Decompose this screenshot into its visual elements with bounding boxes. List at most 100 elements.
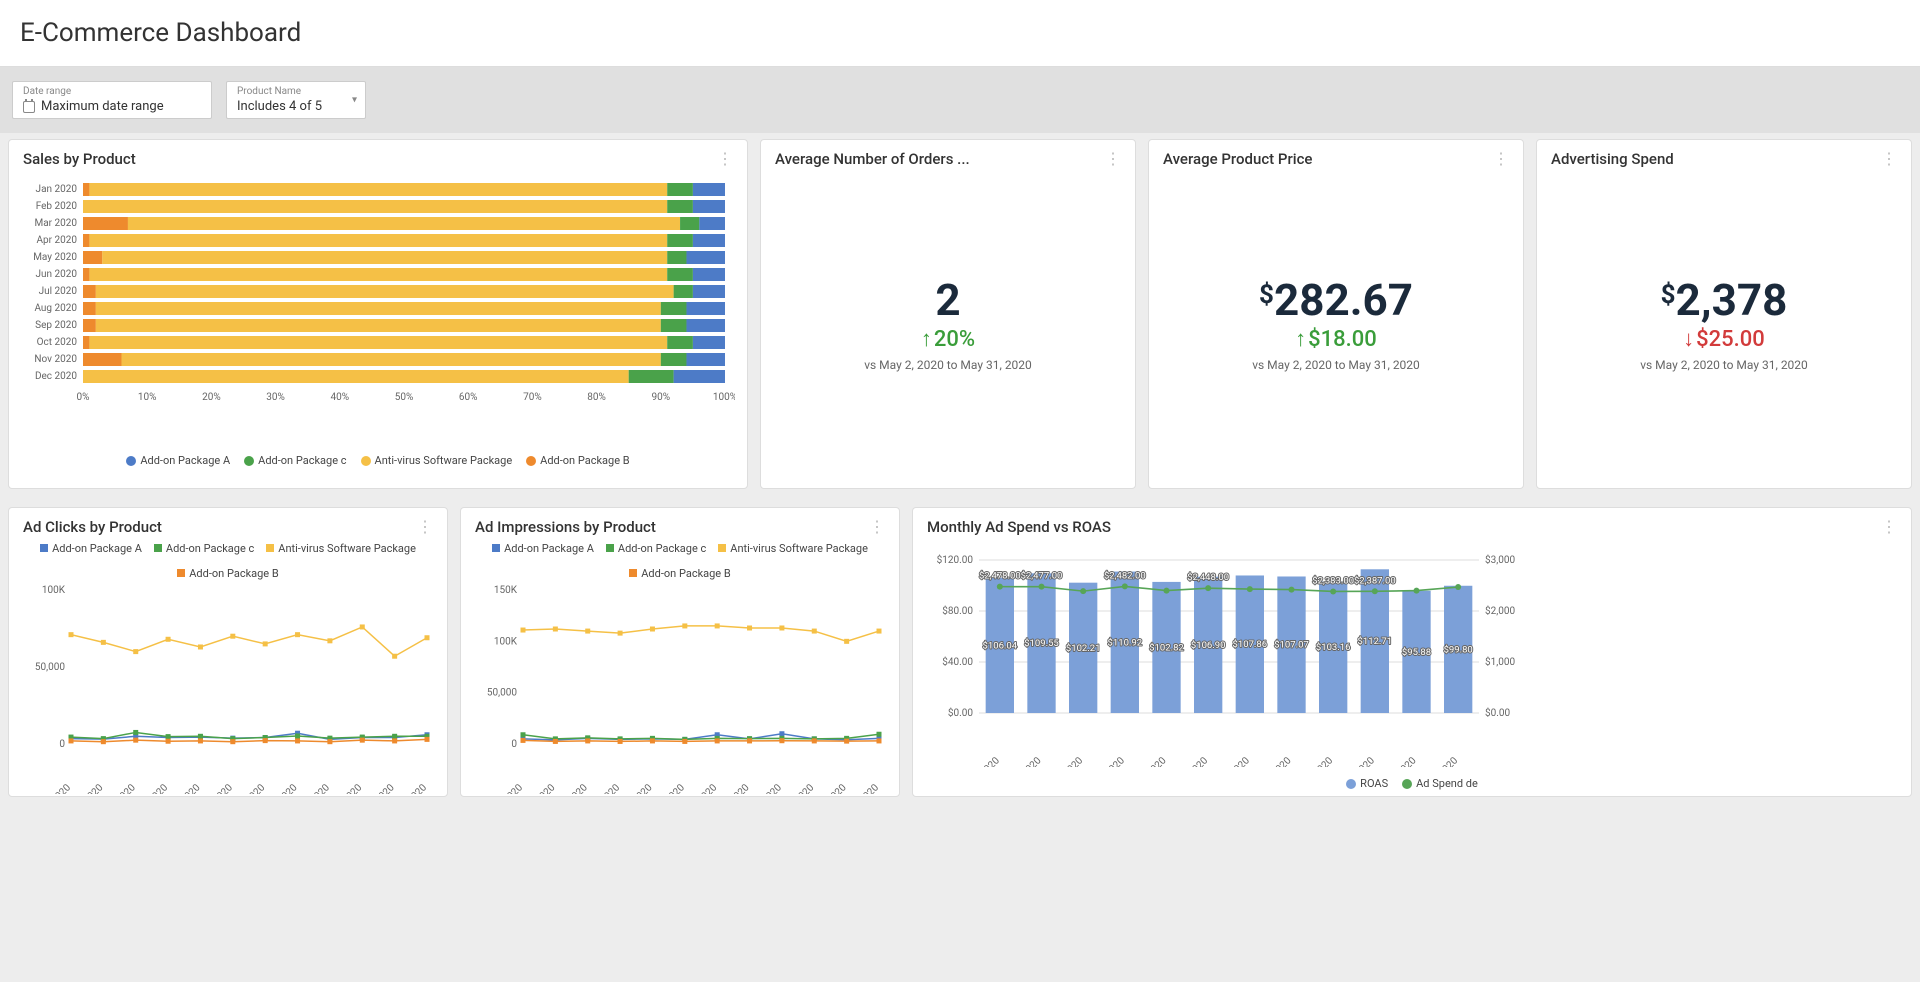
legend-item: Add-on Package B: [177, 567, 278, 580]
svg-text:Mar 2020: Mar 2020: [1047, 755, 1085, 767]
arrow-up-icon: ↑: [1295, 326, 1306, 352]
ad-spend-value: $2,378: [1661, 274, 1788, 326]
avg-price-compare: vs May 2, 2020 to May 31, 2020: [1252, 358, 1420, 372]
arrow-down-icon: ↓: [1683, 326, 1694, 352]
legend-item: Add-on Package c: [154, 542, 254, 555]
svg-text:Feb 2020: Feb 2020: [1007, 755, 1044, 767]
legend-item: Add-on Package B: [526, 454, 629, 467]
svg-text:$102.21: $102.21: [1066, 643, 1101, 654]
filter-date-range[interactable]: Date range Maximum date range: [12, 81, 212, 119]
kebab-icon[interactable]: ⋮: [1881, 525, 1897, 529]
legend-item: Anti-virus Software Package: [266, 542, 416, 555]
kebab-icon[interactable]: ⋮: [1881, 157, 1897, 161]
monthly-adspend-chart: $0.00$40.00$80.00$120.00$0.00$1,000$2,00…: [927, 542, 1897, 790]
svg-text:Dec 2020: Dec 2020: [35, 371, 77, 382]
svg-text:10%: 10%: [138, 392, 157, 403]
ad-clicks-legend: Add-on Package AAdd-on Package cAnti-vir…: [23, 542, 433, 580]
svg-text:$2,383.00: $2,383.00: [1312, 575, 1354, 586]
kebab-icon[interactable]: ⋮: [1105, 157, 1121, 161]
svg-text:$2,478.00: $2,478.00: [979, 571, 1021, 582]
svg-text:Nov 2020: Nov 2020: [811, 782, 849, 794]
svg-text:Jan 2020: Jan 2020: [36, 184, 78, 195]
svg-text:May 2020: May 2020: [1130, 755, 1169, 767]
svg-text:$103.16: $103.16: [1316, 642, 1351, 653]
svg-text:100%: 100%: [713, 392, 735, 403]
filter-product-name-value: Includes 4 of 5: [237, 99, 322, 114]
card-ad-spend: Advertising Spend ⋮ $2,378 ↓$25.00 vs Ma…: [1536, 139, 1912, 489]
legend-item: Add-on Package c: [244, 454, 346, 467]
kebab-icon[interactable]: ⋮: [1493, 157, 1509, 161]
svg-text:Jul 2020: Jul 2020: [39, 286, 78, 297]
ad-clicks-title: Ad Clicks by Product: [23, 518, 162, 536]
svg-text:50,000: 50,000: [487, 688, 517, 699]
svg-text:Nov 2020: Nov 2020: [359, 782, 397, 794]
svg-text:Jan 2020: Jan 2020: [36, 782, 73, 794]
kebab-icon[interactable]: ⋮: [869, 525, 885, 529]
kebab-icon[interactable]: ⋮: [717, 157, 733, 161]
filter-date-range-label: Date range: [23, 86, 201, 97]
page-title: E-Commerce Dashboard: [20, 18, 1900, 48]
svg-text:Nov 2020: Nov 2020: [34, 354, 77, 365]
ad-spend-delta: ↓$25.00: [1683, 326, 1765, 352]
svg-text:$0.00: $0.00: [948, 706, 973, 719]
page-header: E-Commerce Dashboard: [0, 0, 1920, 67]
sales-card-title: Sales by Product: [23, 150, 136, 168]
avg-price-value: $282.67: [1259, 274, 1413, 326]
legend-item: ROAS: [1346, 777, 1388, 790]
svg-text:$106.90: $106.90: [1191, 640, 1226, 651]
svg-text:Jul 2020: Jul 2020: [684, 782, 719, 794]
svg-text:Sep 2020: Sep 2020: [35, 320, 77, 331]
svg-text:0: 0: [59, 739, 65, 750]
svg-text:Jun 2020: Jun 2020: [198, 782, 235, 794]
svg-text:40%: 40%: [331, 392, 350, 403]
svg-text:Feb 2020: Feb 2020: [520, 782, 557, 794]
legend-item: Add-on Package c: [606, 542, 706, 555]
filter-product-name[interactable]: Product Name Includes 4 of 5 ▾: [226, 81, 366, 119]
svg-text:Sep 2020: Sep 2020: [1298, 755, 1336, 767]
card-avg-orders: Average Number of Orders ... ⋮ 2 ↑20% vs…: [760, 139, 1136, 489]
card-ad-impressions: Ad Impressions by Product ⋮ Add-on Packa…: [460, 507, 900, 797]
monthly-adspend-legend: ROAS Ad Spend de: [927, 777, 1897, 790]
ad-impressions-legend: Add-on Package AAdd-on Package cAnti-vir…: [475, 542, 885, 580]
svg-text:$107.07: $107.07: [1274, 640, 1309, 651]
svg-text:$112.71: $112.71: [1358, 636, 1393, 647]
svg-text:70%: 70%: [523, 392, 542, 403]
monthly-adspend-title: Monthly Ad Spend vs ROAS: [927, 518, 1111, 536]
svg-text:Oct 2020: Oct 2020: [37, 337, 78, 348]
svg-text:Feb 2020: Feb 2020: [36, 201, 78, 212]
svg-text:$3,000: $3,000: [1485, 553, 1515, 566]
legend-item: Add-on Package B: [629, 567, 730, 580]
ad-impressions-chart: 050,000100K150KJan 2020Feb 2020Mar 2020A…: [475, 584, 885, 798]
svg-text:May 2020: May 2020: [33, 252, 77, 263]
svg-text:$110.92: $110.92: [1108, 637, 1143, 648]
svg-text:100K: 100K: [494, 636, 518, 647]
avg-orders-value: 2: [935, 274, 960, 326]
svg-text:Jul 2020: Jul 2020: [1217, 755, 1252, 767]
card-ad-clicks: Ad Clicks by Product ⋮ Add-on Package AA…: [8, 507, 448, 797]
svg-text:0%: 0%: [77, 392, 90, 403]
svg-text:Feb 2020: Feb 2020: [68, 782, 105, 794]
svg-text:Nov 2020: Nov 2020: [1381, 755, 1419, 767]
svg-text:Mar 2020: Mar 2020: [552, 782, 590, 794]
sales-by-product-chart: Jan 2020Feb 2020Mar 2020Apr 2020May 2020…: [23, 174, 733, 467]
avg-orders-title: Average Number of Orders ...: [775, 150, 970, 168]
svg-text:Aug 2020: Aug 2020: [1256, 755, 1294, 767]
calendar-icon: [23, 101, 35, 113]
svg-text:May 2020: May 2020: [616, 782, 655, 794]
kebab-icon[interactable]: ⋮: [417, 525, 433, 529]
svg-text:30%: 30%: [266, 392, 285, 403]
svg-text:Oct 2020: Oct 2020: [1341, 755, 1378, 767]
svg-text:Apr 2020: Apr 2020: [134, 782, 171, 794]
svg-text:Jun 2020: Jun 2020: [35, 269, 77, 280]
legend-item: Ad Spend de: [1402, 777, 1478, 790]
filter-date-range-value: Maximum date range: [41, 99, 164, 114]
avg-orders-compare: vs May 2, 2020 to May 31, 2020: [864, 358, 1032, 372]
svg-text:Aug 2020: Aug 2020: [262, 782, 300, 794]
svg-text:$40.00: $40.00: [942, 655, 973, 668]
avg-orders-delta: ↑20%: [921, 326, 975, 352]
svg-text:$107.86: $107.86: [1233, 639, 1268, 650]
svg-text:$2,000: $2,000: [1485, 604, 1515, 617]
svg-text:Apr 2020: Apr 2020: [37, 235, 78, 246]
svg-text:$106.04: $106.04: [983, 640, 1018, 651]
svg-text:Dec 2020: Dec 2020: [1423, 755, 1461, 767]
